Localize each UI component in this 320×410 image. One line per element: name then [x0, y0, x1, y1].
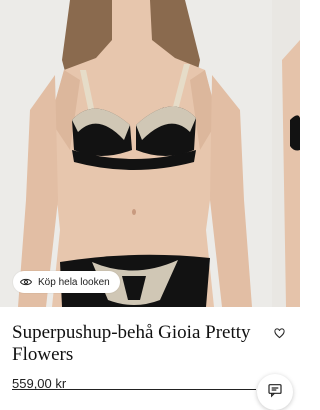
product-photo[interactable] [0, 0, 269, 307]
shop-the-look-label: Köp hela looken [38, 276, 110, 288]
shop-the-look-button[interactable]: Köp hela looken [13, 271, 120, 293]
next-product-photo[interactable] [272, 0, 300, 307]
wishlist-button[interactable] [268, 324, 290, 346]
product-image-gallery[interactable]: Köp hela looken [0, 0, 300, 307]
divider [12, 389, 256, 390]
product-title: Superpushup-behå Gioia Pretty Flowers [12, 322, 251, 365]
eye-icon [19, 275, 33, 289]
heart-icon [273, 326, 285, 344]
chat-button[interactable] [257, 374, 293, 410]
chat-icon [267, 382, 283, 403]
